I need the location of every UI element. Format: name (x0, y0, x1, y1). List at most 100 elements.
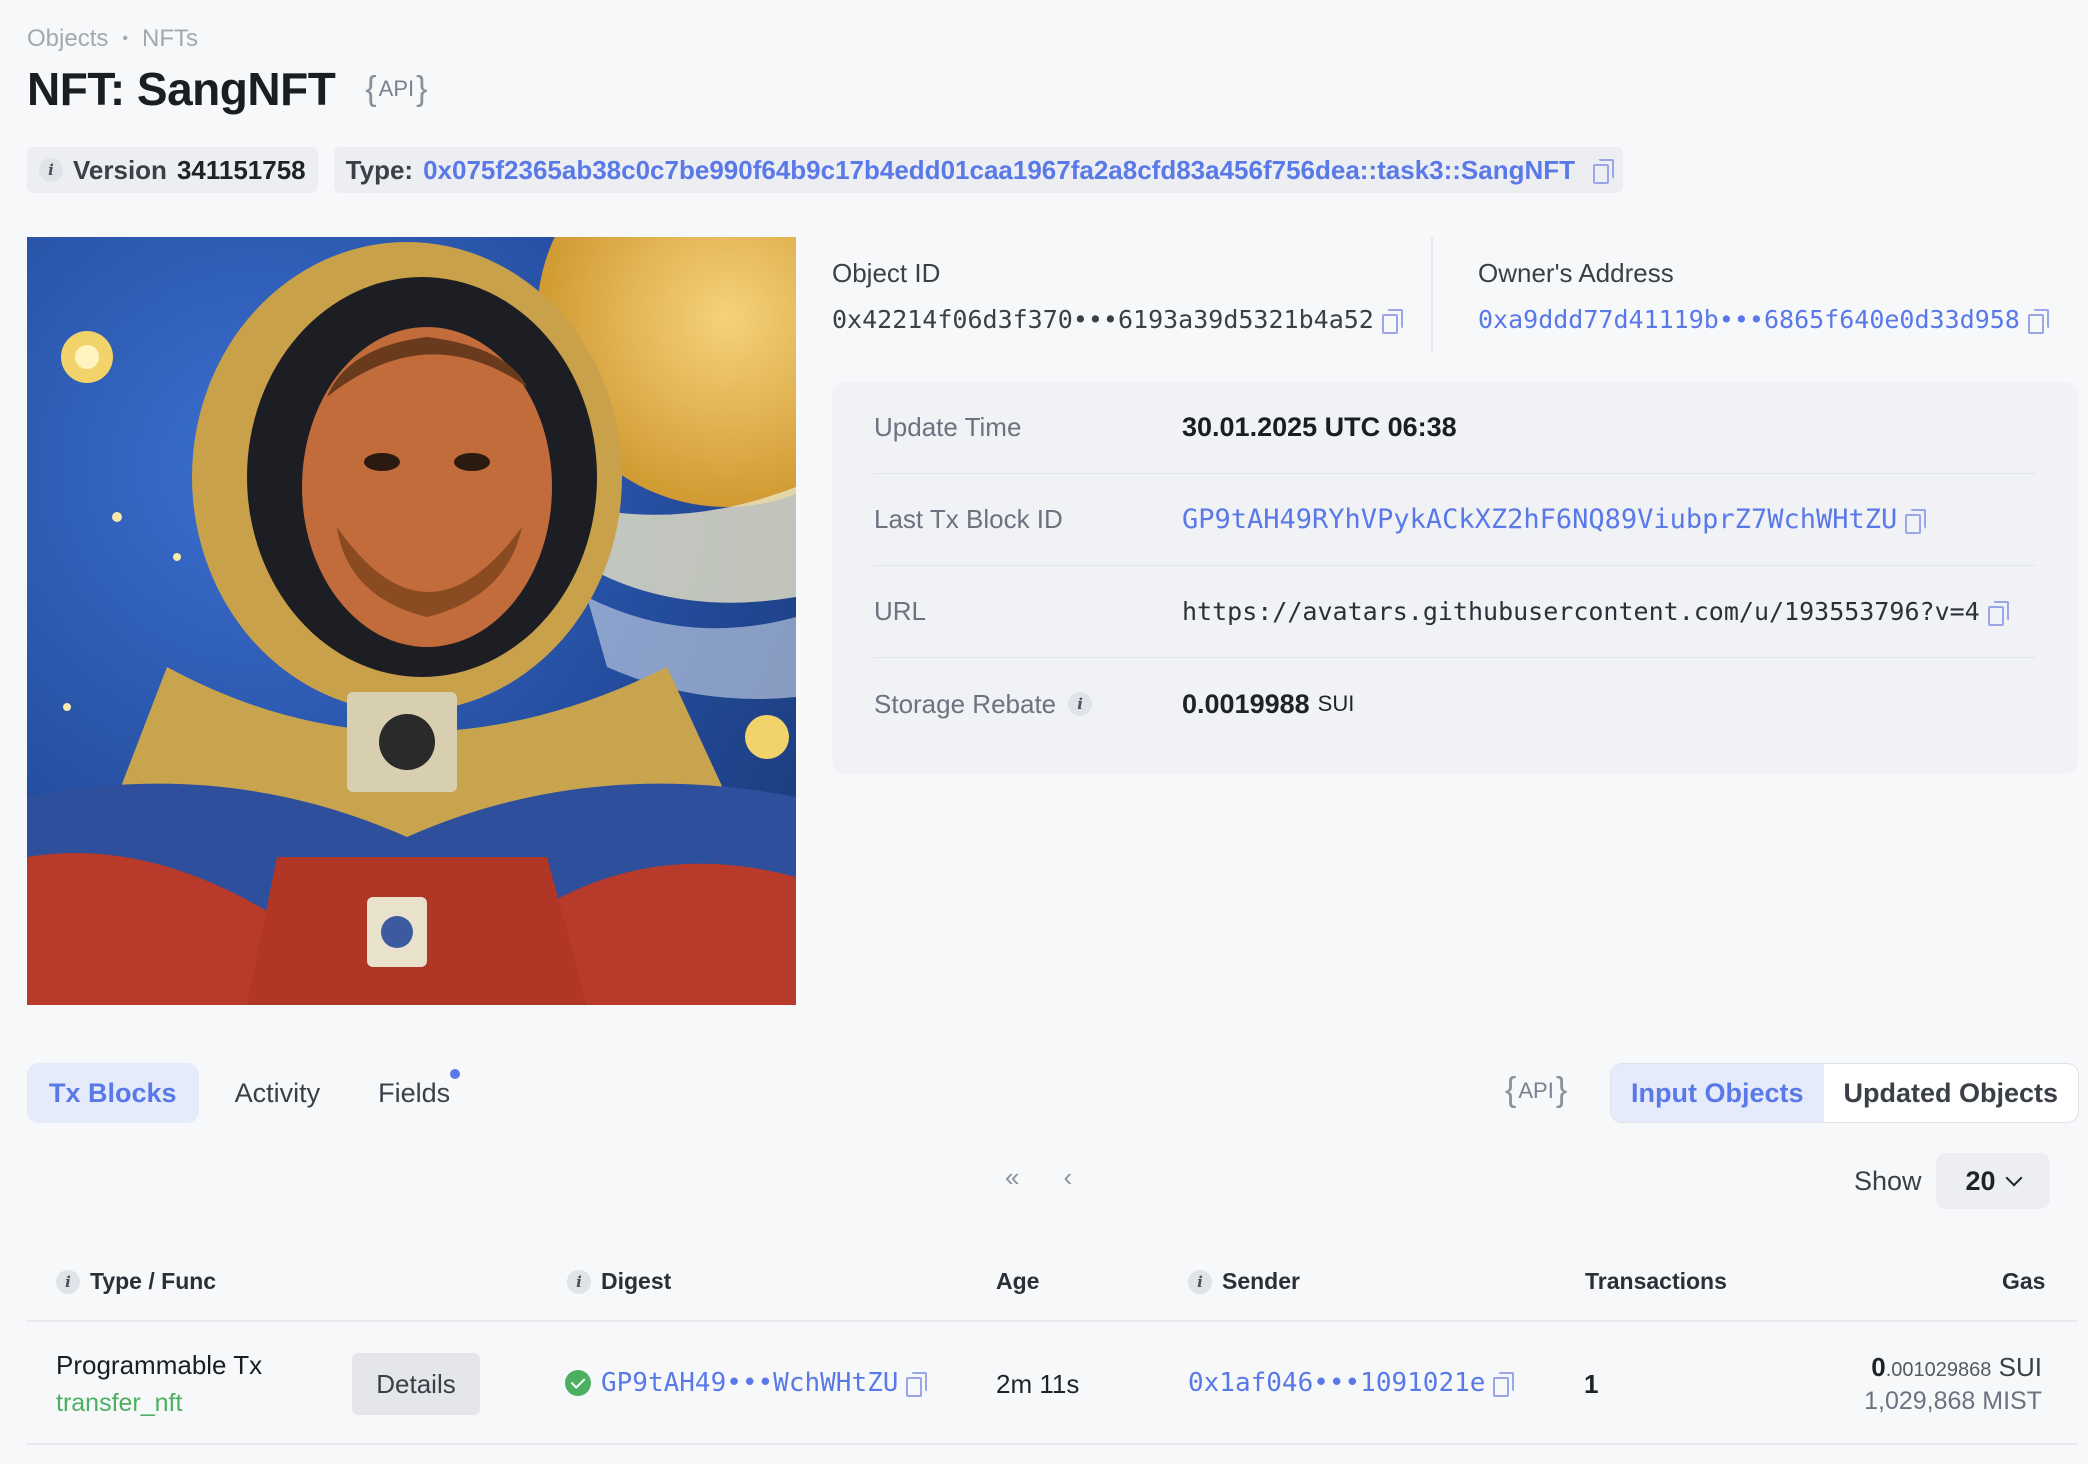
detail-row-update-time: Update Time 30.01.2025 UTC 06:38 (874, 382, 2036, 474)
show-label: Show (1854, 1165, 1922, 1196)
gas-sui: 0.001029868 SUI (1864, 1352, 2042, 1383)
url-row: https://avatars.githubusercontent.com/u/… (1182, 597, 2009, 626)
objects-toggle: Input Objects Updated Objects (1610, 1063, 2080, 1123)
owner-address-link[interactable]: 0xa9ddd77d41119b•••6865f640e0d33d958 (1478, 305, 2020, 334)
page-size: Show 20 (1854, 1153, 2050, 1209)
detail-row-storage-rebate: Storage Rebate i 0.0019988 SUI (874, 658, 2036, 750)
version-label: Version (73, 154, 167, 185)
last-tx-row: GP9tAH49RYhVPykACkXZ2hF6NQ89ViubprZ7WchW… (1182, 504, 1927, 535)
last-tx-link[interactable]: GP9tAH49RYhVPykACkXZ2hF6NQ89ViubprZ7WchW… (1182, 504, 1897, 535)
page-title: NFT: SangNFT (27, 63, 336, 115)
th-gas: Gas (2002, 1268, 2045, 1295)
gas-cell: 0.001029868 SUI 1,029,868 MIST (1864, 1352, 2042, 1416)
breadcrumb-separator: • (122, 30, 128, 47)
tx-func: transfer_nft (56, 1389, 183, 1417)
version-value: 341151758 (176, 154, 306, 185)
detail-row-url: URL https://avatars.githubusercontent.co… (874, 566, 2036, 658)
copy-icon[interactable] (1381, 308, 1403, 334)
last-tx-label: Last Tx Block ID (874, 504, 1063, 534)
sender-cell: 0x1af046•••1091021e (1188, 1368, 1515, 1398)
type-label: Type: (345, 154, 414, 185)
gas-int: 0 (1871, 1352, 1886, 1382)
type-value-link[interactable]: 0x075f2365ab38c0c7be990f64b9c17b4edd01ca… (423, 155, 1575, 186)
storage-rebate-unit: SUI (1317, 691, 1355, 716)
th-type-func-label: Type / Func (90, 1268, 217, 1294)
version-chip: i Version 341151758 (27, 147, 318, 193)
tab-fields[interactable]: Fields (356, 1063, 472, 1123)
copy-icon[interactable] (2027, 308, 2049, 334)
pagination: « ‹ (1005, 1162, 1072, 1193)
tx-type: Programmable Tx (56, 1350, 263, 1380)
th-gas-label: Gas (2002, 1268, 2046, 1294)
th-transactions-label: Transactions (1585, 1268, 1727, 1294)
info-icon[interactable]: i (39, 158, 63, 182)
owner-label: Owner's Address (1478, 258, 1674, 288)
storage-rebate-label-wrap: Storage Rebate i (874, 689, 1182, 720)
table-row-divider (27, 1443, 2077, 1445)
th-sender-label: Sender (1222, 1268, 1300, 1294)
breadcrumb: Objects • NFTs (27, 25, 198, 53)
info-icon[interactable]: i (1068, 692, 1093, 716)
nft-astronaut-painting (27, 237, 796, 1005)
detail-row-last-tx: Last Tx Block ID GP9tAH49RYhVPykACkXZ2hF… (874, 474, 2036, 566)
divider (1431, 238, 1433, 352)
updated-objects-toggle[interactable]: Updated Objects (1824, 1064, 2079, 1122)
api-link[interactable]: { API } (365, 70, 427, 109)
th-age: Age (996, 1268, 1039, 1295)
gas-mist: 1,029,868 MIST (1864, 1387, 2042, 1415)
storage-rebate-label: Storage Rebate (874, 688, 1057, 719)
notification-dot (450, 1069, 461, 1079)
th-sender: i Sender (1188, 1268, 1300, 1295)
copy-icon[interactable] (1987, 600, 2009, 626)
copy-icon[interactable] (1493, 1372, 1515, 1397)
object-id-block: Object ID 0x42214f06d3f370•••6193a39d532… (832, 258, 1403, 334)
prev-page-icon[interactable]: ‹ (1063, 1162, 1072, 1193)
object-meta-chips: i Version 341151758 Type: 0x075f2365ab38… (27, 147, 1624, 193)
age-value: 2m 11s (996, 1369, 1080, 1399)
owner-block: Owner's Address 0xa9ddd77d41119b•••6865f… (1478, 258, 2049, 334)
gas-frac: .001029868 (1885, 1359, 1992, 1381)
update-time-value: 30.01.2025 UTC 06:38 (1182, 412, 1457, 442)
copy-icon[interactable] (1593, 159, 1615, 184)
details-button[interactable]: Details (352, 1353, 480, 1415)
info-icon[interactable]: i (567, 1269, 591, 1294)
nft-image (27, 237, 796, 1005)
th-digest: i Digest (567, 1268, 671, 1295)
table-row: Programmable Tx transfer_nft (56, 1350, 262, 1418)
th-digest-label: Digest (601, 1268, 672, 1294)
object-id-row: 0x42214f06d3f370•••6193a39d5321b4a52 (832, 305, 1403, 334)
storage-rebate-value: 0.0019988 (1182, 688, 1310, 719)
table-header-divider (27, 1320, 2077, 1322)
check-circle-icon (565, 1370, 591, 1396)
tab-fields-label: Fields (378, 1077, 451, 1108)
info-icon[interactable]: i (1188, 1269, 1212, 1294)
info-icon[interactable]: i (56, 1269, 80, 1294)
title-row: NFT: SangNFT { API } (27, 62, 427, 116)
type-chip: Type: 0x075f2365ab38c0c7be990f64b9c17b4e… (333, 147, 1624, 193)
digest-cell: GP9tAH49•••WchWHtZU (565, 1368, 928, 1398)
url-value: https://avatars.githubusercontent.com/u/… (1182, 597, 1980, 626)
storage-rebate-row: 0.0019988 SUI (1182, 689, 1354, 720)
page-size-select[interactable]: 20 (1935, 1153, 2050, 1209)
transactions-value: 1 (1584, 1369, 1599, 1399)
tab-activity[interactable]: Activity (213, 1063, 343, 1123)
th-transactions: Transactions (1585, 1268, 1727, 1295)
tx-api-link[interactable]: { API } (1505, 1071, 1567, 1110)
object-id-label: Object ID (832, 258, 941, 288)
gas-unit: SUI (1998, 1352, 2042, 1382)
tab-tx-blocks[interactable]: Tx Blocks (27, 1063, 199, 1123)
input-objects-toggle[interactable]: Input Objects (1611, 1064, 1824, 1122)
url-label: URL (874, 596, 927, 626)
sender-link[interactable]: 0x1af046•••1091021e (1188, 1368, 1485, 1398)
th-type-func: i Type / Func (56, 1268, 216, 1295)
copy-icon[interactable] (1905, 508, 1927, 534)
page-size-value: 20 (1965, 1165, 1996, 1196)
th-age-label: Age (996, 1268, 1040, 1294)
breadcrumb-objects[interactable]: Objects (27, 25, 108, 53)
breadcrumb-nfts[interactable]: NFTs (142, 25, 198, 53)
first-page-icon[interactable]: « (1005, 1162, 1019, 1193)
copy-icon[interactable] (906, 1372, 928, 1397)
object-details-card: Update Time 30.01.2025 UTC 06:38 Last Tx… (832, 382, 2078, 774)
digest-link[interactable]: GP9tAH49•••WchWHtZU (601, 1368, 898, 1398)
update-time-label: Update Time (874, 412, 1022, 442)
